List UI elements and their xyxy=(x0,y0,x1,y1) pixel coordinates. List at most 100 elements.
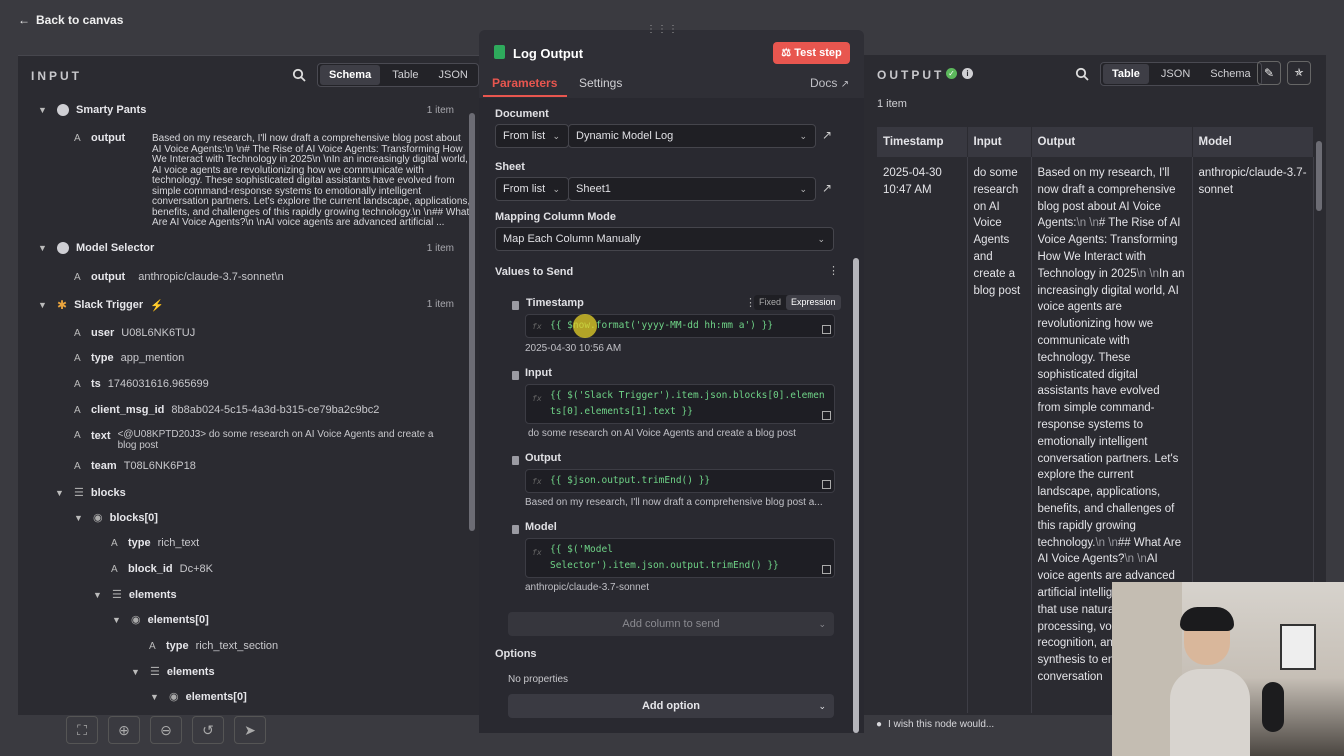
external-link-icon[interactable]: ↗ xyxy=(822,128,832,142)
document-mode-value: From list xyxy=(503,130,546,142)
field-key: client_msg_id xyxy=(91,404,165,416)
field-type[interactable]: Atype app_mention xyxy=(74,352,184,364)
feedback-prompt[interactable]: ● I wish this node would... xyxy=(876,719,994,730)
document-label: Document xyxy=(495,108,549,120)
trash-icon[interactable] xyxy=(512,371,519,380)
fit-view-icon[interactable]: ⛶ xyxy=(66,716,98,744)
more-vertical-icon[interactable]: ⋮ xyxy=(828,264,839,277)
add-option-button[interactable]: Add option ⌄ xyxy=(508,694,834,718)
add-column-button[interactable]: Add column to send ⌄ xyxy=(508,612,834,636)
string-type-icon: A xyxy=(74,378,81,390)
chevron-down-icon: ⌄ xyxy=(799,184,807,194)
tab-schema[interactable]: Schema xyxy=(1200,64,1260,84)
tree-elements-0[interactable]: ▼ ◉ elements[0] xyxy=(112,613,209,627)
mapping-mode-select[interactable]: Map Each Column Manually ⌄ xyxy=(495,227,834,251)
output-expression[interactable]: fx {{ $json.output.trimEnd() }} xyxy=(525,469,835,493)
modal-scrollbar[interactable] xyxy=(853,258,859,733)
tree-blocks-0[interactable]: ▼ ◉ blocks[0] xyxy=(74,511,158,525)
cursor-icon[interactable]: ➤ xyxy=(234,716,266,744)
docs-link[interactable]: Docs ↗ xyxy=(810,76,849,90)
field-key: elements xyxy=(166,665,215,678)
chevron-down-icon: ▼ xyxy=(38,105,47,115)
document-select[interactable]: Dynamic Model Log ⌄ xyxy=(568,124,816,148)
test-step-button[interactable]: ⚖ Test step xyxy=(773,42,850,64)
input-expression[interactable]: fx {{ $('Slack Trigger').item.json.blocks… xyxy=(525,384,835,424)
expand-icon[interactable] xyxy=(822,325,831,334)
field-key: elements xyxy=(128,588,177,601)
trash-icon[interactable] xyxy=(512,456,519,465)
sheet-mode-select[interactable]: From list ⌄ xyxy=(495,177,569,201)
cell-timestamp: 2025-04-30 10:47 AM xyxy=(877,157,968,713)
field-type[interactable]: Atype rich_text_section xyxy=(149,640,278,652)
values-to-send-label: Values to Send xyxy=(495,266,574,278)
back-to-canvas-link[interactable]: ← Back to canvas xyxy=(18,13,123,27)
tree-elements[interactable]: ▼ ☰ elements xyxy=(131,665,215,679)
search-icon[interactable] xyxy=(292,68,306,82)
robot-icon xyxy=(57,242,69,254)
document-mode-select[interactable]: From list ⌄ xyxy=(495,124,569,148)
chevron-down-icon: ▼ xyxy=(38,243,47,253)
tab-table[interactable]: Table xyxy=(1103,64,1149,84)
expand-icon[interactable] xyxy=(822,411,831,420)
info-icon[interactable]: i xyxy=(962,68,973,79)
field-output[interactable]: A output anthropic/claude-3.7-sonnet\n xyxy=(74,271,284,283)
field-ts[interactable]: Ats 1746031616.965699 xyxy=(74,378,209,390)
fx-icon: fx xyxy=(532,322,542,331)
model-expression[interactable]: fx {{ $('Model Selector').item.json.outpu… xyxy=(525,538,835,578)
list-icon: ☰ xyxy=(74,487,84,499)
column-header-input[interactable]: Input xyxy=(967,127,1032,157)
node-slack-trigger[interactable]: ▼ ✱ Slack Trigger ⚡ xyxy=(38,298,164,312)
fx-icon: fx xyxy=(532,477,542,486)
tab-json[interactable]: JSON xyxy=(1151,64,1200,84)
drag-handle-icon[interactable]: ⋮⋮⋮ xyxy=(646,24,684,35)
zoom-out-icon[interactable]: ⊖ xyxy=(150,716,182,744)
input-panel: INPUT Schema Table JSON ▼ Smarty Pants 1… xyxy=(18,55,480,715)
pin-icon[interactable]: ✯ xyxy=(1287,61,1311,85)
tab-schema[interactable]: Schema xyxy=(320,65,381,85)
field-client-msg-id[interactable]: Aclient_msg_id 8b8ab024-5c15-4a3d-b315-ce… xyxy=(74,404,379,416)
field-text[interactable]: Atext <@U08KPTD20J3> do some research on … xyxy=(74,429,443,451)
edit-pencil-icon[interactable]: ✎ xyxy=(1257,61,1281,85)
expression-option[interactable]: Expression xyxy=(786,295,841,310)
sheet-select[interactable]: Sheet1 ⌄ xyxy=(568,177,816,201)
timestamp-expression[interactable]: fx{{ $now.format('yyyy-MM-dd hh:mm a') }… xyxy=(525,314,835,338)
field-team[interactable]: Ateam T08L6NK6P18 xyxy=(74,460,196,472)
tab-settings[interactable]: Settings xyxy=(579,76,622,90)
presenter xyxy=(1170,607,1250,756)
sheets-icon xyxy=(494,45,505,59)
expand-icon[interactable] xyxy=(822,480,831,489)
external-link-icon[interactable]: ↗ xyxy=(822,181,832,195)
field-output[interactable]: A output xyxy=(74,132,125,144)
field-user[interactable]: Auser U08L6NK6TUJ xyxy=(74,327,195,339)
tree-elements[interactable]: ▼ ☰ elements xyxy=(93,588,177,602)
tab-table[interactable]: Table xyxy=(382,65,428,85)
output-scrollbar[interactable] xyxy=(1316,141,1322,211)
tab-json[interactable]: JSON xyxy=(429,65,478,85)
docs-label: Docs xyxy=(810,76,838,90)
field-result: Based on my research, I'll now draft a c… xyxy=(525,497,823,508)
field-value: Based on my research, I'll now draft a c… xyxy=(152,133,471,228)
tree-elements-0[interactable]: ▼ ◉ elements[0] xyxy=(150,690,247,704)
fixed-expression-toggle: Fixed Expression xyxy=(754,295,841,310)
field-result: 2025-04-30 10:56 AM xyxy=(525,343,622,354)
node-name: Smarty Pants xyxy=(76,104,147,116)
fixed-option[interactable]: Fixed xyxy=(754,295,786,310)
column-header-model[interactable]: Model xyxy=(1192,127,1314,157)
expand-icon[interactable] xyxy=(822,565,831,574)
zoom-in-icon[interactable]: ⊕ xyxy=(108,716,140,744)
output-title-text: OUTPUT xyxy=(877,68,945,82)
column-header-timestamp[interactable]: Timestamp xyxy=(877,127,968,157)
tab-parameters[interactable]: Parameters xyxy=(492,76,557,90)
field-block-id[interactable]: Ablock_id Dc+8K xyxy=(111,563,213,575)
input-scrollbar[interactable] xyxy=(469,113,475,531)
trash-icon[interactable] xyxy=(512,301,519,310)
node-model-selector[interactable]: ▼ Model Selector xyxy=(38,242,154,254)
trash-icon[interactable] xyxy=(512,525,519,534)
back-to-canvas-label: Back to canvas xyxy=(36,13,124,27)
node-smarty-pants[interactable]: ▼ Smarty Pants xyxy=(38,104,146,116)
tree-blocks[interactable]: ▼ ☰ blocks xyxy=(55,486,126,500)
field-type[interactable]: Atype rich_text xyxy=(111,537,199,549)
undo-icon[interactable]: ↺ xyxy=(192,716,224,744)
column-header-output[interactable]: Output xyxy=(1031,127,1193,157)
search-icon[interactable] xyxy=(1075,67,1089,81)
